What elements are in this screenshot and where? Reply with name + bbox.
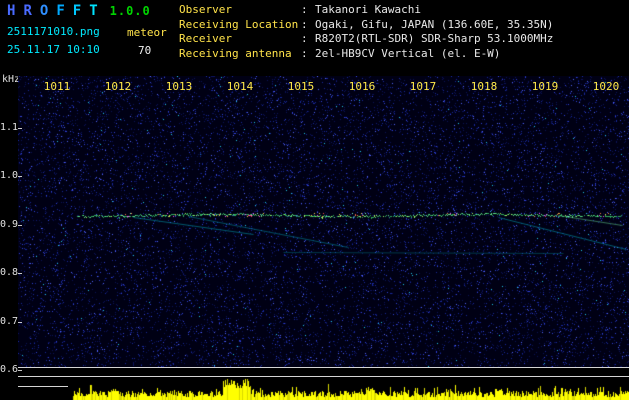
separator-line-upper <box>18 367 629 368</box>
title-letter: T <box>89 3 99 19</box>
title-letter: F <box>56 3 66 19</box>
y-tick-label: 0.7 <box>0 315 19 327</box>
x-tick-label: 1012 <box>104 80 132 93</box>
version-label: 1.0.0 <box>109 4 151 18</box>
y-tick-mark <box>18 224 22 226</box>
info-value: R820T2(RTL-SDR) SDR-Sharp 53.1000MHz <box>315 32 554 46</box>
info-row: Observer: Takanori Kawachi <box>179 3 553 18</box>
app-title-letters: HROFFT <box>7 3 106 19</box>
x-tick-label: 1017 <box>409 80 437 93</box>
mode-label: meteor <box>127 26 167 39</box>
x-tick-label: 1016 <box>348 80 376 93</box>
filename-label: 2511171010.png <box>7 25 100 38</box>
info-colon: : <box>301 3 308 16</box>
x-tick-label: 1013 <box>165 80 193 93</box>
separator-line-lower <box>18 376 629 377</box>
info-row: Receiving antenna:2el-HB9CV Vertical (el… <box>179 47 553 62</box>
count-label: 70 <box>138 44 152 57</box>
spectrogram-canvas <box>18 76 629 367</box>
info-value: Ogaki, Gifu, JAPAN (136.60E, 35.35N) <box>315 17 554 31</box>
title-letter: R <box>23 3 33 19</box>
x-tick-label: 1019 <box>531 80 559 93</box>
x-tick-label: 1015 <box>287 80 315 93</box>
title-letter: O <box>39 3 50 19</box>
x-tick-label: 1018 <box>470 80 498 93</box>
x-tick-label: 1020 <box>592 80 620 93</box>
info-colon: : <box>301 46 308 60</box>
info-colon: : <box>301 32 308 46</box>
hrofft-window: H R O F F T 1.0.0 2511171010.png meteor 25.11.… <box>0 0 629 400</box>
title-letter: H <box>7 3 17 19</box>
info-label: Observer <box>179 3 232 16</box>
info-value: Takanori Kawachi <box>315 3 421 16</box>
info-colon: : <box>301 17 308 31</box>
y-tick-label: 0.8 <box>0 267 19 279</box>
app-title: H R O F F T 1.0.0 <box>7 3 151 19</box>
y-tick-mark <box>18 176 22 178</box>
info-label: Receiving Location <box>179 17 299 31</box>
station-info: Observer: Takanori Kawachi Receiving Locat… <box>179 3 553 61</box>
info-value: 2el-HB9CV Vertical (el. E-W) <box>315 46 501 60</box>
info-row: Receiver: R820T2(RTL-SDR) SDR-Sharp 53.10… <box>179 32 553 47</box>
signal-level-canvas <box>18 378 629 400</box>
y-tick-label: 1.0 <box>0 170 19 182</box>
y-tick-label: 0.6 <box>0 364 19 375</box>
y-tick-mark <box>18 273 22 275</box>
y-tick-mark <box>18 370 22 371</box>
header: H R O F F T 1.0.0 2511171010.png meteor 25.11.… <box>0 0 629 74</box>
y-tick-label: 1.1 <box>0 122 19 133</box>
spectrogram-area: kHz 1.1 1.0 0.9 0.8 0.7 0.6 1011 1012 1013 1014 10… <box>0 74 629 400</box>
info-label: Receiver <box>179 32 232 46</box>
y-tick-mark <box>18 321 22 323</box>
info-row: Receiving Location: Ogaki, Gifu, JAPAN (1… <box>179 18 553 33</box>
info-label: Receiving antenna <box>179 46 292 60</box>
title-letter: F <box>72 3 83 19</box>
datetime-label: 25.11.17 10:10 <box>7 43 100 56</box>
y-tick-label: 0.9 <box>0 218 19 230</box>
x-tick-label: 1014 <box>226 80 254 93</box>
y-tick-mark <box>18 128 22 129</box>
x-tick-label: 1011 <box>43 80 71 93</box>
level-scale-line <box>18 386 68 387</box>
